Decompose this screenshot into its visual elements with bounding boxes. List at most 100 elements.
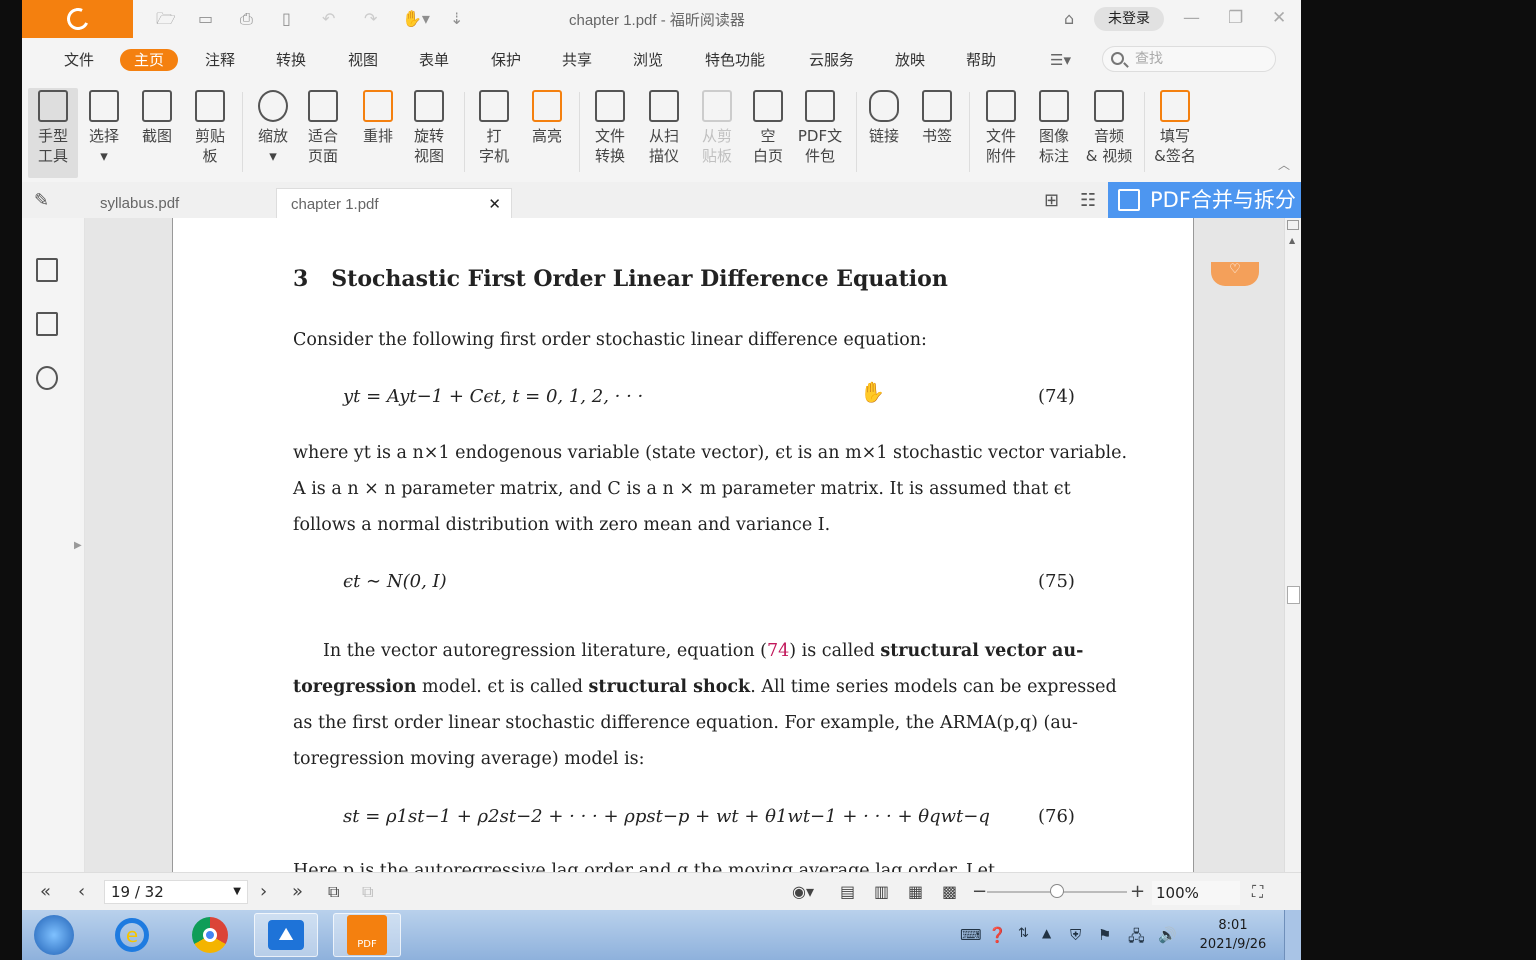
read-mode-icon[interactable]: ◉▾ [792,881,814,903]
zoom-button[interactable]: 缩放 ▾ [252,88,294,166]
reflow-button[interactable]: 重排 [358,88,398,146]
menu-protect[interactable]: 保护 [491,49,521,71]
menu-view[interactable]: 视图 [348,49,378,71]
zoom-in-icon[interactable]: + [1130,881,1145,903]
previous-view-icon[interactable]: ⧉ [328,881,339,903]
tab-chapter-1[interactable]: chapter 1.pdf ✕ [276,188,512,218]
fullscreen-icon[interactable]: ⛶ [1252,881,1263,903]
from-scanner-button[interactable]: 从扫 描仪 [642,88,686,166]
previous-page-icon[interactable]: ‹ [78,881,85,903]
from-clipboard-button[interactable]: 从剪 贴板 [695,88,739,166]
equation-74-link[interactable]: 74 [767,641,789,661]
menu-slideshow[interactable]: 放映 [895,49,925,71]
action-center-flag-icon[interactable]: ⚑ [1098,926,1111,944]
audio-video-button[interactable]: 音频 & 视频 [1084,88,1134,166]
snapshot-button[interactable]: 截图 [137,88,177,146]
save-icon[interactable]: ▭ [198,9,213,29]
scrollbar-top-box[interactable] [1287,220,1299,230]
zoom-slider-knob[interactable] [1050,884,1064,898]
show-hidden-icons[interactable]: ▲ [1042,926,1051,940]
menu-file[interactable]: 文件 [64,49,94,71]
menu-help[interactable]: 帮助 [966,49,996,71]
bookmark-button[interactable]: 书签 [917,88,957,146]
print-icon[interactable]: ⎙ [240,9,253,29]
typewriter-button[interactable]: 打字机 [474,88,514,166]
menu-browse[interactable]: 浏览 [633,49,663,71]
collapse-ribbon-icon[interactable]: ︿ [1278,156,1290,173]
grid-view-icon[interactable]: ⊞ [1044,190,1059,211]
volume-icon[interactable]: 🔊 [1158,926,1177,944]
rotate-view-button[interactable]: 旋转 视图 [406,88,452,166]
fill-sign-button[interactable]: 填写 &签名 [1152,88,1198,166]
taskbar-chrome[interactable] [178,913,242,957]
open-file-icon[interactable]: 🗁 [156,9,176,29]
start-button[interactable] [22,913,86,957]
zoom-out-icon[interactable]: − [972,881,987,903]
floating-gift-icon[interactable]: ♡ [1211,262,1259,286]
page-dropdown-icon[interactable]: ▼ [233,881,241,903]
highlight-button[interactable]: 高亮 [527,88,567,146]
search-options-icon[interactable]: ☰▾ [1050,49,1071,71]
restore-button[interactable]: ❐ [1228,8,1243,28]
select-button[interactable]: 选择 ▾ [84,88,124,166]
menu-share[interactable]: 共享 [562,49,592,71]
pdf-package-button[interactable]: PDF文 件包 [796,88,844,166]
continuous-page-icon[interactable]: ▥ [874,881,889,903]
hand-tool-quick-icon[interactable]: ✋▾ [402,9,430,29]
menu-cloud[interactable]: 云服务 [809,49,854,71]
vertical-scrollbar[interactable]: ▲ [1284,218,1301,872]
taskbar-internet-explorer[interactable]: e [100,913,164,957]
network-icon[interactable]: 🖧 [1128,926,1145,951]
close-button[interactable]: ✕ [1272,8,1286,28]
close-tab-icon[interactable]: ✕ [488,189,501,221]
menu-comment[interactable]: 注释 [205,49,235,71]
keyboard-icon[interactable]: ⌨ [960,926,982,944]
redo-icon[interactable]: ↷ [364,9,377,29]
next-page-icon[interactable]: › [260,881,267,903]
file-convert-button[interactable]: 文件 转换 [588,88,632,166]
bookmark-panel-icon[interactable] [36,258,58,282]
menu-convert[interactable]: 转换 [276,49,306,71]
single-page-icon[interactable]: ▤ [840,881,855,903]
menu-home[interactable]: 主页 [120,49,179,71]
pages-panel-icon[interactable] [36,312,58,336]
scroll-up-arrow-icon[interactable]: ▲ [1289,236,1295,245]
menu-form[interactable]: 表单 [419,49,449,71]
sync-icon[interactable]: ⇅ [1018,926,1029,941]
zoom-level-field[interactable]: 100% [1152,881,1240,905]
help-icon[interactable]: ❓ [988,926,1007,944]
blank-page-button[interactable]: 空白页 [748,88,788,166]
login-button[interactable]: 未登录 [1094,7,1164,31]
attachment-button[interactable]: 文件 附件 [979,88,1023,166]
clipboard-button[interactable]: 剪贴板 [188,88,232,166]
hand-tool-button[interactable]: 手型 工具 [28,88,78,178]
facing-pages-icon[interactable]: ▦ [908,881,923,903]
list-view-icon[interactable]: ☷ [1080,190,1096,211]
security-shield-icon[interactable]: ⛨ [1070,926,1081,944]
scrollbar-thumb[interactable] [1287,586,1300,604]
taskbar-cloud-app[interactable]: ⛰ [254,913,318,957]
edit-pen-icon[interactable]: ✎ [34,190,49,211]
expand-panel-icon[interactable]: ▶ [74,540,82,551]
show-desktop-button[interactable] [1284,910,1301,960]
system-clock[interactable]: 8:01 2021/9/26 [1188,916,1278,954]
next-view-icon[interactable]: ⧉ [362,881,373,903]
new-file-icon[interactable]: ▯ [282,9,291,29]
document-viewer[interactable]: 3 Stochastic First Order Linear Differen… [85,218,1284,872]
fit-page-button[interactable]: 适合 页面 [300,88,346,166]
search-input[interactable]: 查找 [1102,46,1276,72]
continuous-facing-icon[interactable]: ▩ [942,881,957,903]
last-page-icon[interactable]: » [292,881,303,903]
app-logo[interactable] [22,0,133,38]
taskbar-foxit-reader[interactable]: PDF [333,913,401,957]
menu-features[interactable]: 特色功能 [705,49,765,71]
shop-icon[interactable]: ⌂ [1064,9,1074,29]
image-annotation-button[interactable]: 图像 标注 [1032,88,1076,166]
first-page-icon[interactable]: « [40,881,51,903]
tab-syllabus[interactable]: syllabus.pdf [86,188,276,218]
page-number-input[interactable]: 19 / 32 ▼ [104,880,248,904]
customize-toolbar-icon[interactable]: ⇣ [450,9,463,29]
minimize-button[interactable]: — [1183,8,1200,28]
undo-icon[interactable]: ↶ [322,9,335,29]
pdf-merge-split-button[interactable]: PDF合并与拆分 [1108,182,1301,218]
